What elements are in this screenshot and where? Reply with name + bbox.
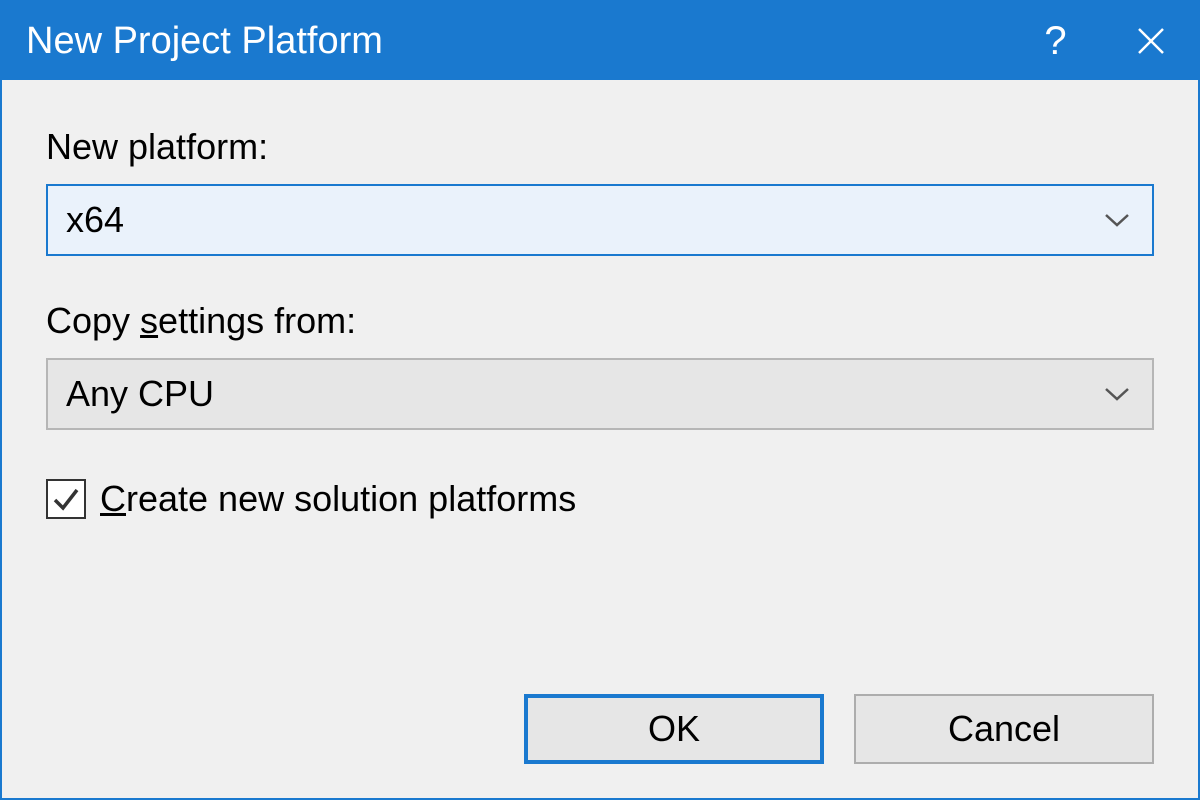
chevron-down-icon <box>1100 203 1134 237</box>
new-project-platform-dialog: New Project Platform ? New platform: x64… <box>0 0 1200 800</box>
ok-button[interactable]: OK <box>524 694 824 764</box>
chevron-down-icon <box>1100 377 1134 411</box>
titlebar: New Project Platform ? <box>2 2 1198 80</box>
dialog-body: New platform: x64 Copy settings from: An… <box>2 80 1198 798</box>
cancel-button[interactable]: Cancel <box>854 694 1154 764</box>
copy-settings-value: Any CPU <box>66 373 1100 415</box>
help-icon: ? <box>1044 19 1066 64</box>
new-platform-combobox[interactable]: x64 <box>46 184 1154 256</box>
close-button[interactable] <box>1103 2 1198 80</box>
create-solution-platforms-label: Create new solution platforms <box>100 478 576 520</box>
copy-settings-label: Copy settings from: <box>46 300 1154 342</box>
checkmark-icon <box>51 484 81 514</box>
new-platform-value: x64 <box>66 199 1100 241</box>
help-button[interactable]: ? <box>1008 2 1103 80</box>
create-solution-platforms-checkbox[interactable] <box>46 479 86 519</box>
create-solution-platforms-row: Create new solution platforms <box>46 478 1154 520</box>
new-platform-label: New platform: <box>46 126 1154 168</box>
copy-settings-combobox[interactable]: Any CPU <box>46 358 1154 430</box>
dialog-button-row: OK Cancel <box>46 694 1154 764</box>
close-icon <box>1137 27 1165 55</box>
dialog-title: New Project Platform <box>26 20 1008 63</box>
